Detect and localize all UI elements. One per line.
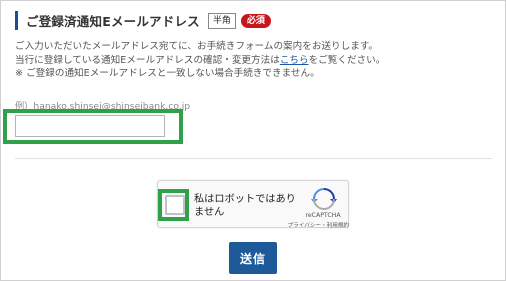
- recaptcha-logo-icon: [311, 188, 337, 210]
- half-width-badge: 半角: [207, 12, 236, 29]
- description-line-2-suffix: をご覧ください。: [308, 54, 386, 66]
- required-badge: 必須: [240, 13, 271, 28]
- email-change-link[interactable]: こちら: [280, 55, 309, 66]
- divider: [15, 158, 492, 159]
- section-header: ご登録済通知Eメールアドレス 半角 必須: [15, 11, 271, 30]
- recaptcha-label: 私はロボットではありません: [194, 194, 296, 218]
- email-input[interactable]: [15, 115, 165, 137]
- checkbox-highlight: [158, 189, 189, 221]
- description-line-1: ご入力いただいたメールアドレス宛てに、お手続きフォームの案内をお送りします。: [15, 41, 379, 52]
- description-line-2: 当行に登録している通知Eメールアドレスの確認・変更方法はこちらをご覧ください。: [15, 54, 385, 68]
- section-title: ご登録済通知Eメールアドレス: [26, 14, 200, 29]
- submit-button[interactable]: 送信: [229, 242, 277, 274]
- description-line-3: ※ ご登録の通知Eメールアドレスと一致しない場合手続きできません。: [15, 68, 320, 79]
- recaptcha-brand: reCAPTCHA: [305, 212, 341, 219]
- description-line-2-text: 当行に登録している通知Eメールアドレスの確認・変更方法は: [15, 54, 280, 66]
- description: ご入力いただいたメールアドレス宛てに、お手続きフォームの案内をお送りします。 当…: [15, 40, 385, 81]
- recaptcha-privacy-terms[interactable]: プライバシー・利用規約: [274, 221, 349, 229]
